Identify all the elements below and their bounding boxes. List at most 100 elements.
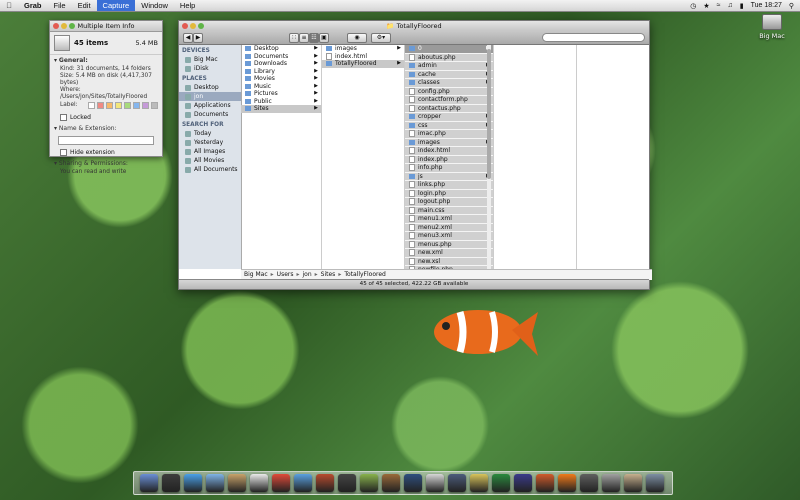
list-item[interactable]: menu1.xml	[405, 215, 493, 224]
volume-icon[interactable]: ♫	[727, 2, 732, 9]
list-view-button[interactable]: ≡	[299, 33, 309, 43]
spotlight-icon[interactable]: ⚲	[789, 2, 794, 10]
dock-app-icon[interactable]	[294, 474, 312, 492]
dock-app-icon[interactable]	[360, 474, 378, 492]
menu-edit[interactable]: Edit	[72, 0, 97, 11]
dock-app-icon[interactable]	[338, 474, 356, 492]
label-green[interactable]	[123, 102, 131, 109]
bluetooth-icon[interactable]: ★	[703, 2, 709, 10]
minimize-button[interactable]	[61, 23, 67, 29]
list-item[interactable]: Sites ▶	[241, 105, 321, 113]
list-item[interactable]: images▶	[405, 138, 493, 147]
scroll-thumb[interactable]	[487, 49, 491, 179]
list-item[interactable]: admin▶	[405, 62, 493, 71]
forward-button[interactable]: ▶	[193, 33, 203, 43]
label-yellow[interactable]	[114, 102, 122, 109]
dock-app-icon[interactable]	[228, 474, 246, 492]
list-item[interactable]: new.xml	[405, 249, 493, 258]
list-item[interactable]: 0▶	[405, 45, 493, 54]
sidebar-item-big-mac[interactable]: Big Mac	[179, 55, 241, 64]
list-item[interactable]: Library ▶	[241, 68, 321, 76]
dock-app-icon[interactable]	[206, 474, 224, 492]
minimize-button[interactable]	[190, 23, 196, 29]
list-item[interactable]: cropper▶	[405, 113, 493, 122]
dock-app-icon[interactable]	[448, 474, 466, 492]
list-item[interactable]: aboutus.php	[405, 53, 493, 62]
list-item[interactable]: Pictures ▶	[241, 90, 321, 98]
list-item[interactable]: new.xsl	[405, 257, 493, 266]
dock-app-icon[interactable]	[558, 474, 576, 492]
menu-capture[interactable]: Capture	[96, 0, 136, 11]
dock-app-icon[interactable]	[602, 474, 620, 492]
menu-window[interactable]: Window	[135, 0, 174, 11]
list-item[interactable]: Music ▶	[241, 83, 321, 91]
list-item[interactable]: index.html	[405, 147, 493, 156]
list-item[interactable]: login.php	[405, 189, 493, 198]
name-ext-section[interactable]: ▾ Name & Extension:	[50, 123, 162, 134]
dock-app-icon[interactable]	[492, 474, 510, 492]
label-gray[interactable]	[150, 102, 158, 109]
action-menu-button[interactable]: ⚙▾	[371, 33, 391, 43]
desktop-drive[interactable]: Big Mac	[757, 14, 787, 40]
list-item[interactable]: index.php	[405, 155, 493, 164]
column-view-button[interactable]: ☷	[309, 33, 319, 43]
dock-app-icon[interactable]	[184, 474, 202, 492]
info-titlebar[interactable]: Multiple Item Info	[50, 21, 162, 32]
label-blue[interactable]	[132, 102, 140, 109]
list-item[interactable]: imac.php	[405, 130, 493, 139]
zoom-button[interactable]	[69, 23, 75, 29]
search-input[interactable]	[542, 33, 645, 42]
dock-app-icon[interactable]	[426, 474, 444, 492]
list-item[interactable]: css▶	[405, 121, 493, 130]
quick-look-button[interactable]: ◉	[347, 33, 367, 43]
finder-titlebar[interactable]: 📁 TotallyFloored	[179, 21, 649, 31]
app-menu[interactable]: Grab	[18, 0, 48, 11]
dock-app-icon[interactable]	[514, 474, 532, 492]
sharing-section[interactable]: ▾ Sharing & Permissions:	[50, 158, 162, 169]
time-machine-icon[interactable]: ◷	[690, 2, 696, 10]
dock-app-icon[interactable]	[382, 474, 400, 492]
label-purple[interactable]	[141, 102, 149, 109]
list-item[interactable]: TotallyFloored ▶	[322, 60, 404, 68]
sidebar-item-all-images[interactable]: All Images	[179, 147, 241, 156]
menu-file[interactable]: File	[48, 0, 72, 11]
dock-app-icon[interactable]	[272, 474, 290, 492]
list-item[interactable]: Public ▶	[241, 98, 321, 106]
locked-checkbox[interactable]: Locked	[50, 112, 162, 123]
label-orange[interactable]	[105, 102, 113, 109]
coverflow-view-button[interactable]: ▣	[319, 33, 329, 43]
dock-app-icon[interactable]	[470, 474, 488, 492]
list-item[interactable]: info.php	[405, 164, 493, 173]
apple-menu-icon[interactable]: 	[0, 1, 18, 10]
list-item[interactable]: contactus.php	[405, 104, 493, 113]
sidebar-item-today[interactable]: Today	[179, 129, 241, 138]
general-section[interactable]: ▾ General:	[50, 55, 162, 66]
wifi-icon[interactable]: ≈	[717, 2, 721, 9]
label-none[interactable]	[87, 102, 95, 109]
sidebar-item-applications[interactable]: Applications	[179, 101, 241, 110]
list-item[interactable]: Desktop ▶	[241, 45, 321, 53]
dock-app-icon[interactable]	[536, 474, 554, 492]
dock-app-icon[interactable]	[624, 474, 642, 492]
list-item[interactable]: logout.php	[405, 198, 493, 207]
dock-app-icon[interactable]	[250, 474, 268, 492]
zoom-button[interactable]	[198, 23, 204, 29]
icon-view-button[interactable]: ∷	[289, 33, 299, 43]
list-item[interactable]: menu2.xml	[405, 223, 493, 232]
locked-box[interactable]	[60, 114, 67, 121]
list-item[interactable]: Documents ▶	[241, 53, 321, 61]
sidebar-item-jon[interactable]: jon	[179, 92, 241, 101]
list-item[interactable]: Downloads ▶	[241, 60, 321, 68]
sidebar-item-all-documents[interactable]: All Documents	[179, 165, 241, 174]
dock-app-icon[interactable]	[140, 474, 158, 492]
list-item[interactable]: cache▶	[405, 70, 493, 79]
sidebar-item-documents[interactable]: Documents	[179, 110, 241, 119]
hide-extension-box[interactable]	[60, 149, 67, 156]
column-scrollbar[interactable]	[487, 45, 491, 269]
list-item[interactable]: links.php	[405, 181, 493, 190]
menu-clock[interactable]: Tue 18:27	[751, 2, 782, 9]
label-red[interactable]	[96, 102, 104, 109]
sidebar-item-idisk[interactable]: iDisk	[179, 64, 241, 73]
name-field[interactable]	[58, 136, 154, 145]
dock-app-icon[interactable]	[404, 474, 422, 492]
